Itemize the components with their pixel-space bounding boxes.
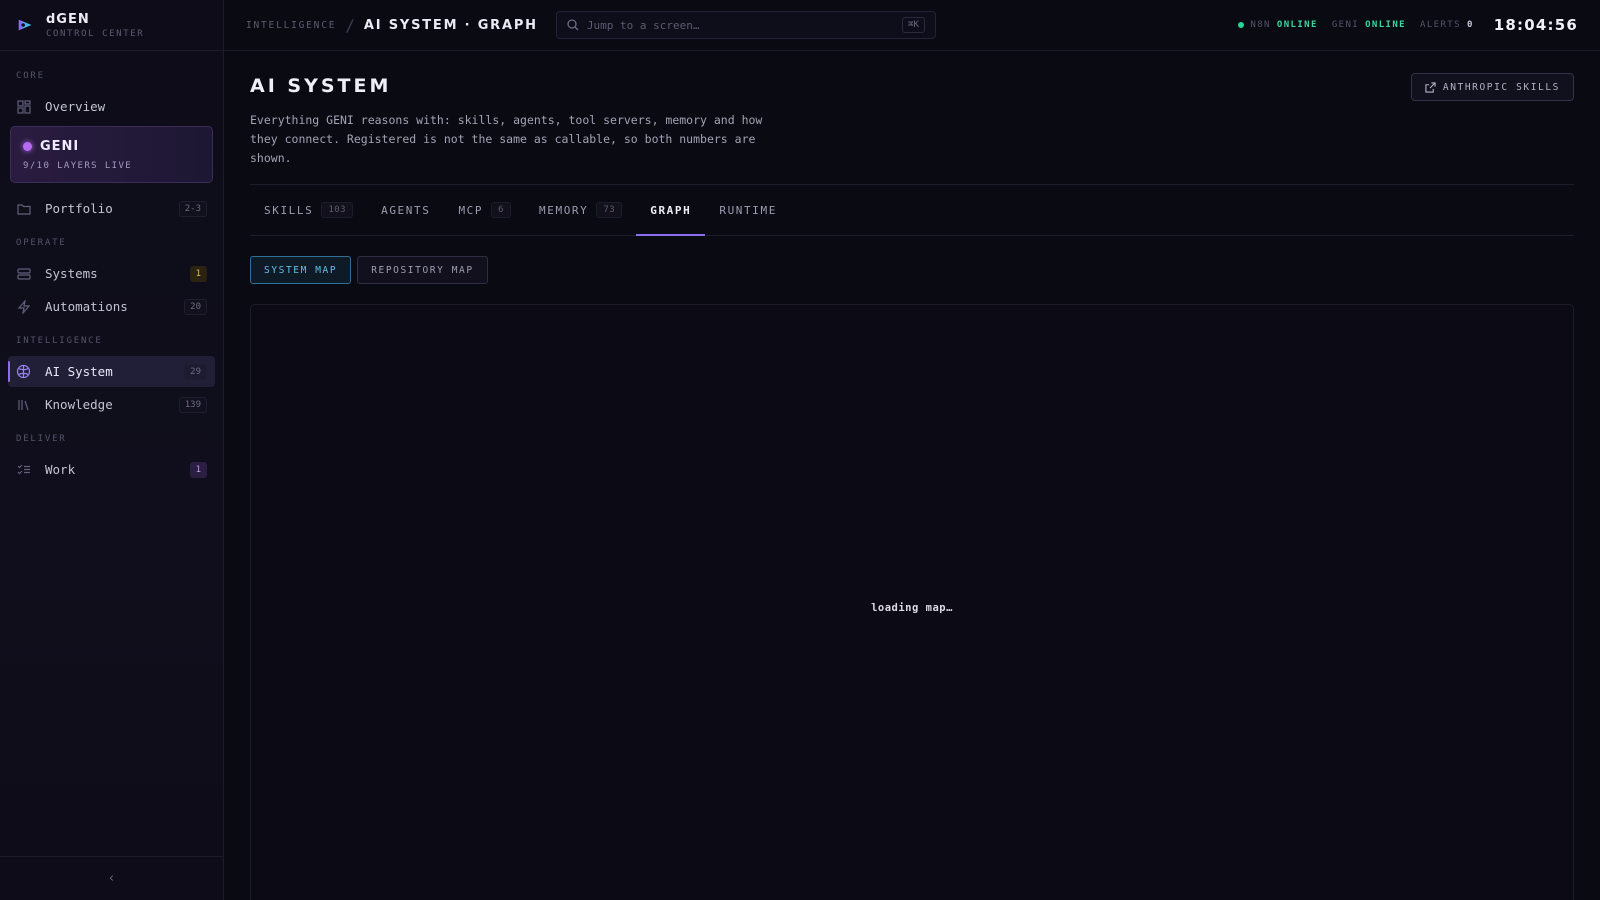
anthropic-skills-button[interactable]: ANTHROPIC SKILLS [1410, 73, 1574, 101]
search-input[interactable]: Jump to a screen… [587, 19, 894, 32]
sidebar-item-overview[interactable]: Overview [8, 91, 215, 122]
sidebar-item-portfolio[interactable]: Portfolio 2-3 [8, 193, 215, 224]
sidebar-item-automations[interactable]: Automations 20 [8, 291, 215, 322]
status-group: N8N ONLINE GENI ONLINE ALERTS 0 18:04:56 [1238, 16, 1578, 34]
content: AI SYSTEM Everything GENI reasons with: … [224, 51, 1600, 900]
search-box[interactable]: Jump to a screen… ⌘K [555, 11, 936, 39]
breadcrumb-separator: / [345, 15, 355, 35]
status-value: ONLINE [1276, 20, 1318, 30]
geni-label: GENI [40, 139, 80, 154]
tab-runtime[interactable]: RUNTIME [705, 185, 791, 235]
brand-text: dGEN CONTROL CENTER [46, 12, 144, 39]
sidebar-item-systems[interactable]: Systems 1 [8, 258, 215, 289]
sidebar-item-geni[interactable]: GENI 9/10 LAYERS LIVE [10, 126, 213, 183]
brand-subtitle: CONTROL CENTER [46, 28, 145, 39]
sidebar-item-label: Work [45, 462, 76, 477]
chevron-left-icon: ‹ [107, 871, 116, 886]
status-geni: GENI ONLINE [1332, 20, 1406, 30]
breadcrumb-current: AI SYSTEM · GRAPH [363, 17, 538, 33]
checklist-icon [16, 462, 31, 477]
page-description: Everything GENI reasons with: skills, ag… [250, 113, 763, 165]
tab-memory[interactable]: MEMORY 73 [525, 185, 636, 235]
tab-count: 6 [491, 202, 512, 218]
tab-count: 103 [321, 202, 354, 218]
map-subtabs: SYSTEM MAP REPOSITORY MAP [250, 256, 1574, 284]
geni-status-dot-icon [23, 142, 32, 151]
status-alerts[interactable]: ALERTS 0 [1420, 20, 1474, 30]
grid-icon [16, 99, 31, 114]
main: INTELLIGENCE / AI SYSTEM · GRAPH Jump to… [224, 0, 1600, 900]
lightning-icon [16, 299, 31, 314]
folder-icon [16, 201, 31, 216]
brand-name: dGEN [46, 11, 90, 27]
app-root: dGEN CONTROL CENTER CORE Overview GENI 9… [0, 0, 1600, 900]
online-dot-icon [1238, 22, 1245, 28]
status-value: 0 [1466, 20, 1474, 30]
sidebar-item-badge: 1 [189, 461, 207, 478]
anthropic-skills-label: ANTHROPIC SKILLS [1442, 81, 1560, 93]
clock: 18:04:56 [1493, 16, 1578, 34]
loading-indicator: loading map… [871, 601, 953, 614]
tab-label: MEMORY [539, 203, 589, 217]
server-icon [16, 266, 31, 281]
sidebar-item-badge: 1 [189, 265, 207, 282]
sidebar-item-label: Knowledge [45, 397, 113, 412]
brand-logo-icon [18, 19, 32, 31]
tab-label: GRAPH [650, 203, 692, 217]
sidebar-item-badge: 2-3 [178, 200, 207, 217]
section-label-deliver: DELIVER [16, 434, 67, 444]
section-label-core: CORE [16, 71, 45, 81]
sidebar-nav: CORE Overview GENI 9/10 LAYERS LIVE Port… [0, 51, 223, 856]
status-value: ONLINE [1365, 20, 1407, 30]
tab-agents[interactable]: AGENTS [367, 185, 444, 235]
geni-layers-status: 9/10 LAYERS LIVE [23, 161, 133, 171]
status-key: N8N [1250, 20, 1271, 30]
sidebar-item-label: Portfolio [45, 201, 113, 216]
repository-map-button[interactable]: REPOSITORY MAP [357, 256, 488, 284]
sidebar-item-knowledge[interactable]: Knowledge 139 [8, 389, 215, 420]
page-header-text: AI SYSTEM Everything GENI reasons with: … [250, 75, 770, 168]
sidebar-item-badge: 139 [178, 396, 207, 413]
tab-mcp[interactable]: MCP 6 [444, 185, 525, 235]
sidebar-collapse-button[interactable]: ‹ [0, 856, 223, 900]
section-label-intelligence: INTELLIGENCE [16, 336, 103, 346]
tab-label: AGENTS [381, 203, 431, 217]
tab-count: 73 [596, 202, 623, 218]
sidebar-item-badge: 29 [184, 363, 207, 380]
tab-label: SKILLS [264, 203, 314, 217]
sidebar-item-label: Overview [45, 99, 106, 114]
sidebar: dGEN CONTROL CENTER CORE Overview GENI 9… [0, 0, 224, 900]
graph-map-panel[interactable]: loading map… [250, 304, 1574, 900]
section-label-operate: OPERATE [16, 238, 67, 248]
status-key: ALERTS [1420, 20, 1461, 30]
sidebar-item-badge: 20 [184, 298, 207, 315]
tab-label: RUNTIME [719, 203, 777, 217]
sidebar-item-label: AI System [45, 364, 113, 379]
geni-title: GENI [23, 139, 200, 154]
status-n8n: N8N ONLINE [1238, 20, 1317, 30]
brand[interactable]: dGEN CONTROL CENTER [0, 0, 223, 51]
brain-icon [16, 364, 31, 379]
sidebar-item-label: Automations [45, 299, 128, 314]
sidebar-item-ai-system[interactable]: AI System 29 [8, 356, 215, 387]
tab-graph[interactable]: GRAPH [636, 185, 706, 236]
sidebar-item-work[interactable]: Work 1 [8, 454, 215, 485]
status-key: GENI [1331, 20, 1360, 30]
tab-skills[interactable]: SKILLS 103 [250, 185, 367, 235]
system-map-button[interactable]: SYSTEM MAP [250, 256, 352, 284]
page-title: AI SYSTEM [250, 75, 392, 97]
breadcrumb-parent[interactable]: INTELLIGENCE [246, 20, 336, 31]
topbar: INTELLIGENCE / AI SYSTEM · GRAPH Jump to… [224, 0, 1600, 51]
page-header: AI SYSTEM Everything GENI reasons with: … [250, 73, 1574, 168]
tab-bar: SKILLS 103 AGENTS MCP 6 MEMORY 73 GRAPH [250, 185, 1574, 236]
tab-label: MCP [458, 203, 484, 217]
sidebar-item-label: Systems [45, 266, 98, 281]
library-icon [16, 397, 31, 412]
external-link-icon [1425, 81, 1436, 93]
search-shortcut-hint: ⌘K [902, 17, 925, 33]
search-icon [567, 19, 579, 31]
